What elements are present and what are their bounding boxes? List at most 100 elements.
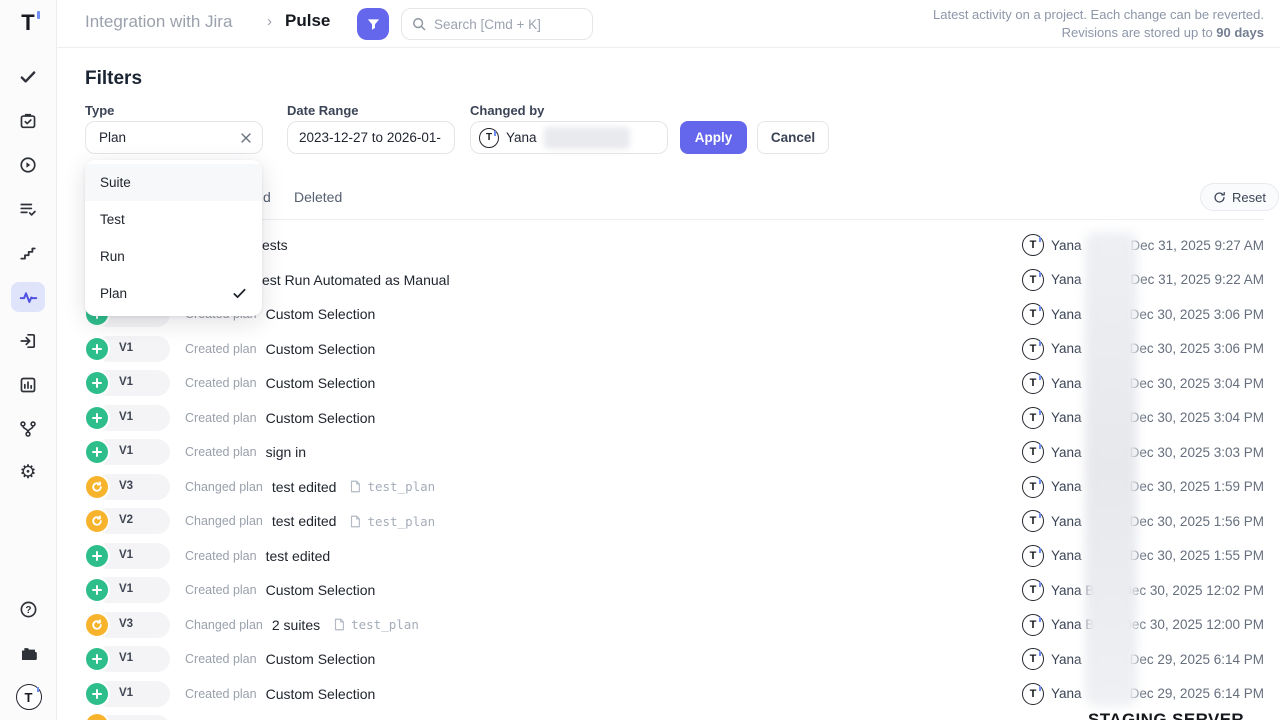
date-range-input[interactable]: 2023-12-27 to 2026-01- (287, 121, 455, 154)
sidebar-item-help[interactable]: ? (12, 594, 46, 624)
type-option-plan[interactable]: Plan (85, 275, 262, 312)
gear-icon: ⚙ (19, 463, 36, 483)
search-box[interactable] (401, 8, 593, 40)
entity-name: test edited (266, 548, 331, 564)
sidebar-item-list-check[interactable] (11, 194, 45, 224)
sidebar-item-play-circle[interactable] (11, 150, 45, 180)
file-name: test_plan (351, 617, 419, 632)
sidebar-item-branch[interactable] (11, 414, 45, 444)
version-label: V2 (119, 514, 133, 526)
sidebar-item-report[interactable] (11, 370, 45, 400)
user-name: Yana (1051, 410, 1082, 425)
app-logo[interactable]: T (21, 10, 34, 36)
sidebar-item-avatar-logo[interactable]: T (12, 682, 46, 712)
row-user: T Yana (1022, 435, 1082, 470)
linked-file[interactable]: test_plan (348, 479, 435, 494)
checkmark-icon (232, 286, 247, 301)
sidebar-item-clipboard-check[interactable] (11, 106, 45, 136)
apply-button[interactable]: Apply (680, 121, 747, 154)
redacted-surname (544, 127, 630, 149)
user-name: Yana (1051, 652, 1082, 667)
changed-by-select[interactable]: T Yana (470, 121, 668, 154)
type-option-test[interactable]: Test (85, 201, 262, 238)
user-avatar: T (1022, 476, 1044, 498)
check-icon (19, 68, 37, 86)
action-label: Created plan (185, 411, 257, 425)
row-timestamp: Dec 30, 2025 3:04 PM (1130, 401, 1264, 436)
user-avatar: T (1022, 269, 1044, 291)
tab-deleted[interactable]: Deleted (294, 189, 342, 205)
action-label: Created plan (185, 342, 257, 356)
tab-partial[interactable]: d (263, 189, 271, 205)
row-timestamp: Dec 29, 2025 6:14 PM (1130, 642, 1264, 677)
user-name: Yana (1051, 307, 1082, 322)
user-avatar: T (1022, 407, 1044, 429)
sidebar-item-steps[interactable] (11, 238, 45, 268)
user-avatar: T (1022, 545, 1044, 567)
entity-name: est Run Automated as Manual (262, 272, 450, 288)
entity-name: test edited (272, 513, 337, 529)
date-range-value: 2023-12-27 to 2026-01- (299, 130, 441, 145)
row-timestamp: Dec 30, 2025 1:59 PM (1130, 470, 1264, 505)
import-icon (19, 332, 37, 350)
type-select[interactable]: Plan (85, 121, 263, 154)
file-icon (332, 617, 346, 632)
action-label: Changed plan (185, 618, 263, 632)
version-label: V3 (119, 618, 133, 630)
entity-name: Custom Selection (266, 375, 376, 391)
entity-name: test edited (272, 479, 337, 495)
entity-name: Custom Selection (266, 686, 376, 702)
row-timestamp: Dec 31, 2025 9:27 AM (1130, 228, 1264, 263)
report-icon (19, 376, 37, 394)
linked-file[interactable]: test_plan (348, 514, 435, 529)
action-label: Created plan (185, 549, 257, 563)
sidebar: T ⚙ ? T (0, 0, 57, 720)
sidebar-item-check[interactable] (11, 62, 45, 92)
action-label: Changed plan (185, 480, 263, 494)
user-name: Yana (1051, 272, 1082, 287)
clear-icon[interactable] (240, 132, 252, 144)
change-kind-icon (86, 338, 108, 360)
type-dropdown: Suite Test RunPlan (85, 160, 262, 316)
user-avatar: T (479, 128, 499, 148)
filter-toggle-button[interactable] (357, 8, 389, 40)
row-user: T Yana (1022, 297, 1082, 332)
breadcrumb-current: Pulse (285, 11, 330, 31)
folders-icon (19, 644, 38, 663)
sidebar-item-import[interactable] (11, 326, 45, 356)
linked-file[interactable]: test_plan (332, 617, 419, 632)
row-timestamp: Dec 30, 2025 1:56 PM (1130, 504, 1264, 539)
entity-name: Custom Selection (266, 582, 376, 598)
reset-button[interactable]: Reset (1200, 183, 1279, 211)
row-user: T Yana B (1022, 573, 1094, 608)
user-name: Yana (1051, 514, 1082, 529)
user-avatar: T (1022, 510, 1044, 532)
user-name: Yana (1051, 686, 1082, 701)
breadcrumb-parent[interactable]: Integration with Jira (85, 12, 232, 32)
version-badge: V3 (85, 474, 173, 500)
row-user: T Yana (1022, 470, 1082, 505)
sidebar-item-folders[interactable] (12, 638, 46, 668)
sidebar-item-pulse[interactable] (11, 282, 45, 312)
cancel-button[interactable]: Cancel (757, 121, 829, 154)
row-user: T Yana (1022, 642, 1082, 677)
type-option-suite[interactable]: Suite (85, 164, 262, 201)
user-avatar: T (1022, 234, 1044, 256)
type-option-run[interactable]: Run (85, 238, 262, 275)
version-badge: V1 (85, 336, 173, 362)
search-input[interactable] (434, 17, 574, 32)
change-kind-icon (86, 683, 108, 705)
version-label: V1 (119, 411, 133, 423)
type-option-label: Test (100, 212, 125, 227)
entity-name: Custom Selection (266, 651, 376, 667)
breadcrumb-separator: › (267, 13, 272, 30)
changed-by-value: Yana (506, 130, 537, 145)
row-user: T Yana (1022, 366, 1082, 401)
sidebar-item-gear[interactable]: ⚙ (11, 458, 45, 488)
clipboard-check-icon (19, 112, 37, 130)
version-label: V1 (119, 445, 133, 457)
user-name: Yana (1051, 445, 1082, 460)
header-info-line2: Revisions are stored up to 90 days (933, 24, 1264, 42)
action-label: Created plan (185, 652, 257, 666)
row-timestamp: Dec 31, 2025 9:22 AM (1130, 263, 1264, 298)
